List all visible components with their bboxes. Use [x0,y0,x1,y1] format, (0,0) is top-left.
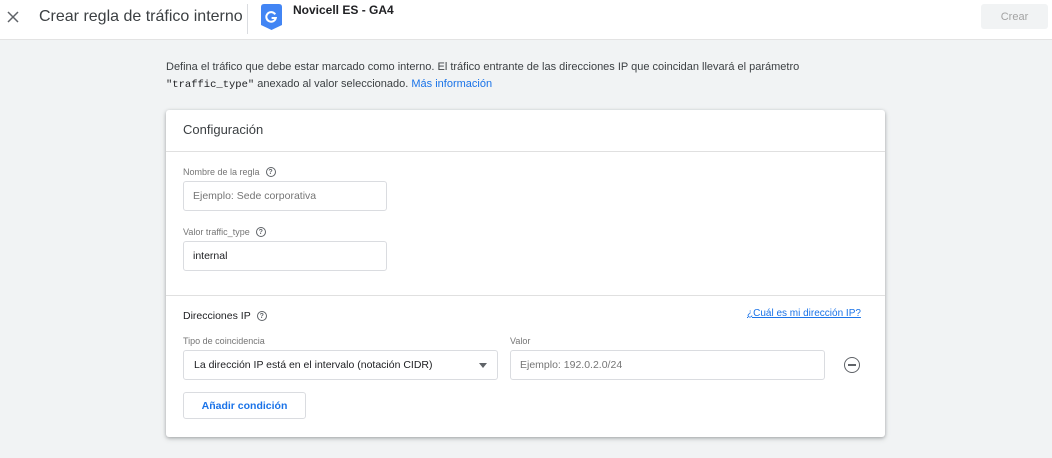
rule-name-label: Nombre de la regla ? [183,167,276,177]
intro-text-before: Defina el tráfico que debe estar marcado… [166,61,800,73]
rule-name-input[interactable] [183,181,387,211]
intro-text-after: anexado al valor seleccionado. [254,78,412,90]
ip-value-input[interactable] [510,350,825,380]
dropdown-arrow-icon [479,362,487,368]
traffic-type-label-text: Valor traffic_type [183,227,250,237]
match-type-select[interactable]: La dirección IP está en el intervalo (no… [183,350,498,380]
page-title: Crear regla de tráfico interno [39,8,243,25]
match-type-label: Tipo de coincidencia [183,336,265,346]
add-condition-button[interactable]: Añadir condición [183,392,306,419]
top-bar: Crear regla de tráfico interno Novicell … [0,0,1052,40]
ip-addresses-heading: Direcciones IP ? [183,310,267,322]
ip-addresses-title: Direcciones IP [183,310,251,322]
what-is-my-ip-link[interactable]: ¿Cuál es mi dirección IP? [747,308,861,319]
help-icon[interactable]: ? [256,311,267,321]
help-icon[interactable]: ? [265,167,276,177]
title-divider [247,4,248,34]
remove-condition-icon[interactable] [844,357,860,373]
configuration-title: Configuración [183,122,264,137]
traffic-type-input[interactable] [183,241,387,271]
create-button[interactable]: Crear [981,4,1048,29]
intro-description: Defina el tráfico que debe estar marcado… [166,59,886,94]
close-icon[interactable] [4,6,22,28]
configuration-card: Configuración Nombre de la regla ? Valor… [166,110,885,437]
traffic-type-label: Valor traffic_type ? [183,227,266,237]
value-label: Valor [510,336,531,346]
match-type-value: La dirección IP está en el intervalo (no… [194,359,433,371]
divider [166,295,885,296]
divider [166,151,885,152]
ga4-property-icon [260,3,283,31]
rule-name-label-text: Nombre de la regla [183,167,260,177]
help-icon[interactable]: ? [255,227,266,237]
property-name: Novicell ES - GA4 [293,3,394,17]
learn-more-link[interactable]: Más información [411,78,492,90]
traffic-type-param: "traffic_type" [166,79,255,91]
